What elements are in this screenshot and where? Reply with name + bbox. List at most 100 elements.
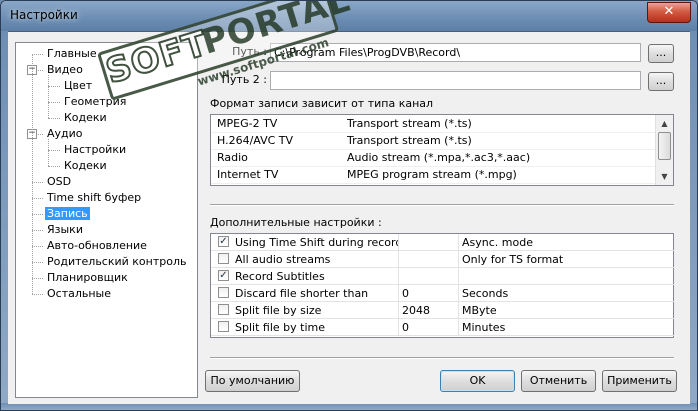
- close-button[interactable]: ✕: [647, 2, 691, 23]
- list-item[interactable]: Internet TV MPEG program stream (*.mpg): [211, 166, 657, 184]
- tree-item[interactable]: Родительский контроль: [45, 254, 189, 270]
- tree-connector: [32, 262, 43, 263]
- checkbox-checked[interactable]: ✓: [218, 270, 229, 281]
- channel-type-cell: Internet TV: [217, 168, 279, 181]
- option-extra-cell[interactable]: [459, 268, 674, 285]
- tree-connector: [32, 230, 43, 231]
- checkbox[interactable]: [218, 253, 229, 264]
- apply-button[interactable]: Применить: [602, 370, 677, 392]
- list-item[interactable]: H.264/AVC TV Transport stream (*.ts): [211, 132, 657, 150]
- option-extra-cell[interactable]: Seconds: [459, 285, 674, 302]
- tree-item[interactable]: Запись: [45, 206, 90, 222]
- option-label: Discard file shorter than: [235, 287, 369, 300]
- option-name-cell: All audio streams: [211, 251, 399, 268]
- window-frame-left: [1, 31, 8, 410]
- checkbox[interactable]: [218, 287, 229, 298]
- list-item[interactable]: MPEG-2 TV Transport stream (*.ts): [211, 115, 657, 133]
- tree-connector: [32, 54, 33, 294]
- tree-item[interactable]: Планировщик: [45, 270, 130, 286]
- option-name-cell: ✓ Using Time Shift during record: [211, 234, 399, 251]
- tree-connector: [48, 86, 60, 87]
- channel-type-cell: Radio: [217, 151, 248, 164]
- tree-connector: [32, 294, 43, 295]
- tree-item[interactable]: Видео: [45, 62, 85, 78]
- option-name-cell: Discard file shorter than: [211, 285, 399, 302]
- path-field[interactable]: C:\Program Files\ProgDVB\Record\: [270, 43, 641, 62]
- option-label: Using Time Shift during record: [235, 236, 399, 249]
- dialog-client: Главные Видео − Цвет Геометрия Кодеки Аудио − На…: [8, 32, 690, 404]
- defaults-button[interactable]: По умолчанию: [205, 370, 300, 392]
- title-bar[interactable]: Настройки ✕: [1, 1, 697, 32]
- record-format-cell[interactable]: MPEG program stream (*.mpg): [347, 166, 652, 183]
- option-name-cell: ✓ Record Subtitles: [211, 268, 399, 285]
- tree-item[interactable]: Аудио: [45, 126, 85, 142]
- tree-connector: [32, 278, 43, 279]
- tree-item[interactable]: OSD: [45, 174, 73, 190]
- record-format-cell[interactable]: Transport stream (*.ts): [347, 132, 652, 149]
- checkbox[interactable]: [218, 304, 229, 315]
- tree-item[interactable]: Кодеки: [62, 158, 109, 174]
- option-value-cell[interactable]: [399, 268, 459, 285]
- tree-connector: [48, 139, 49, 166]
- advanced-options-grid[interactable]: ✓ Using Time Shift during record Async. mo…: [210, 233, 674, 338]
- tree-item[interactable]: Time shift буфер: [45, 190, 143, 206]
- path-label: Путь :: [232, 45, 267, 58]
- path-browse-button[interactable]: ...: [648, 44, 674, 63]
- table-row: Split file by size 2048 MByte: [211, 302, 674, 319]
- tree-item[interactable]: Главные: [45, 46, 99, 62]
- option-name-cell: Split file by size: [211, 302, 399, 319]
- path2-field[interactable]: [270, 71, 641, 90]
- tree-item-label: Видео: [47, 63, 83, 76]
- option-value-cell[interactable]: [399, 234, 459, 251]
- tree-item-label: Кодеки: [64, 111, 107, 124]
- option-extra-cell[interactable]: Async. mode: [459, 234, 674, 251]
- option-value-cell[interactable]: 2048: [399, 302, 459, 319]
- tree-connector: [48, 118, 60, 119]
- scroll-thumb[interactable]: [658, 132, 671, 160]
- option-value-cell[interactable]: 0: [399, 285, 459, 302]
- table-row: All audio streams Only for TS format: [211, 251, 674, 268]
- tree-item[interactable]: Кодеки: [62, 110, 109, 126]
- checkmark-icon: ✓: [219, 270, 228, 281]
- settings-tree[interactable]: Главные Видео − Цвет Геометрия Кодеки Аудио − На…: [15, 42, 198, 398]
- checkbox-checked[interactable]: ✓: [218, 236, 229, 247]
- tree-item[interactable]: Геометрия: [62, 94, 128, 110]
- option-extra-cell[interactable]: Minutes: [459, 319, 674, 336]
- scroll-up-icon[interactable]: ▲: [656, 115, 673, 132]
- table-row: Split file by time 0 Minutes: [211, 319, 674, 336]
- option-name-cell: Split file by time: [211, 319, 399, 336]
- option-extra-cell[interactable]: MByte: [459, 302, 674, 319]
- format-list[interactable]: Internet TV MPEG program stream (*.mpg) Ra…: [210, 114, 674, 186]
- tree-item-label: Кодеки: [64, 159, 107, 172]
- path2-browse-button[interactable]: ...: [648, 72, 674, 91]
- tree-item-label: Авто-обновление: [47, 239, 147, 252]
- checkbox[interactable]: [218, 321, 229, 332]
- cancel-button[interactable]: Отменить: [521, 370, 596, 392]
- format-list-scrollbar[interactable]: ▲ ▼: [655, 115, 673, 185]
- option-value-cell[interactable]: 0: [399, 319, 459, 336]
- tree-item-label: Остальные: [47, 287, 112, 300]
- channel-type-cell: H.264/AVC TV: [217, 134, 294, 147]
- option-value-cell[interactable]: [399, 251, 459, 268]
- option-label: Split file by size: [235, 304, 322, 317]
- table-row: ✓ Using Time Shift during record Async. mo…: [211, 234, 674, 251]
- table-row: ✓ Record Subtitles: [211, 268, 674, 285]
- option-extra-cell[interactable]: Only for TS format: [459, 251, 674, 268]
- tree-connector: [48, 75, 49, 118]
- tree-item[interactable]: Авто-обновление: [45, 238, 149, 254]
- tree-item-label: Главные: [47, 47, 97, 60]
- tree-item-label: Аудио: [47, 127, 83, 140]
- tree-item-label: Планировщик: [47, 271, 128, 284]
- list-item[interactable]: Radio Audio stream (*.mpa,*.ac3,*.aac): [211, 149, 657, 167]
- tree-item-label: Настройки: [64, 143, 127, 156]
- ok-button[interactable]: OK: [440, 370, 515, 392]
- buttons-divider: [210, 357, 674, 359]
- tree-item[interactable]: Настройки: [62, 142, 128, 158]
- record-format-cell[interactable]: Transport stream (*.ts): [347, 115, 652, 132]
- tree-item[interactable]: Остальные: [45, 286, 113, 302]
- record-format-cell[interactable]: Audio stream (*.mpa,*.ac3,*.aac): [347, 149, 652, 166]
- tree-item[interactable]: Языки: [45, 222, 85, 238]
- scroll-down-icon[interactable]: ▼: [656, 168, 673, 185]
- tree-item[interactable]: Цвет: [62, 78, 94, 94]
- table-row: Discard file shorter than 0 Seconds: [211, 285, 674, 302]
